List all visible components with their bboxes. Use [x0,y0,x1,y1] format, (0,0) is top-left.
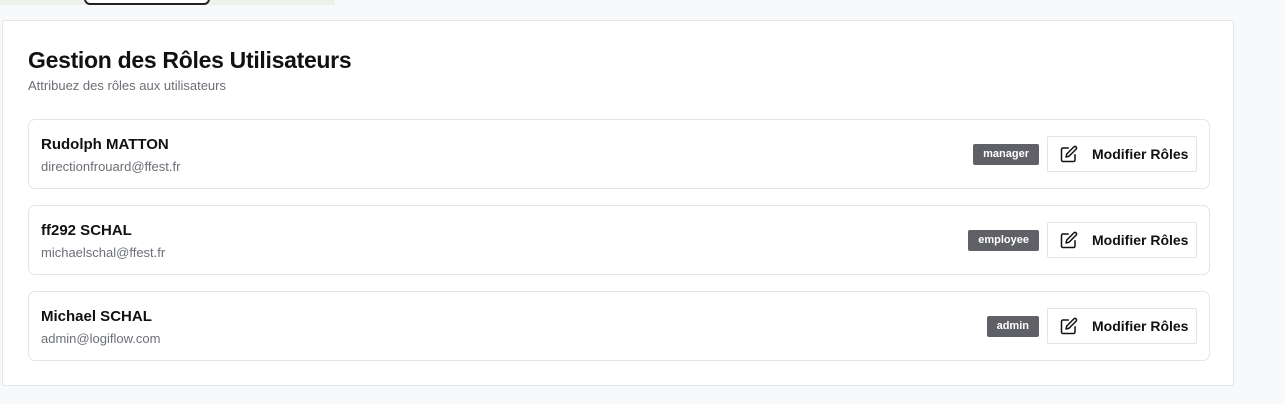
top-tab[interactable] [84,0,210,5]
role-badge: admin [986,315,1039,337]
edit-roles-label: Modifier Rôles [1092,318,1189,334]
roles-card: Gestion des Rôles Utilisateurs Attribuez… [2,20,1234,386]
page-subtitle: Attribuez des rôles aux utilisateurs [28,78,226,93]
user-name: Michael SCHAL [41,308,152,325]
row-actions: manager Modifier Rôles [973,136,1197,172]
edit-roles-label: Modifier Rôles [1092,232,1189,248]
user-row: Michael SCHAL admin@logiflow.com admin M… [28,291,1210,361]
user-name: ff292 SCHAL [41,222,132,239]
role-badge: manager [973,143,1039,165]
user-email: michaelschal@ffest.fr [41,245,166,260]
edit-icon [1060,145,1078,163]
user-email: admin@logiflow.com [41,331,161,346]
edit-roles-button[interactable]: Modifier Rôles [1047,136,1197,172]
row-actions: admin Modifier Rôles [986,308,1197,344]
user-name: Rudolph MATTON [41,136,169,153]
user-row: Rudolph MATTON directionfrouard@ffest.fr… [28,119,1210,189]
user-row: ff292 SCHAL michaelschal@ffest.fr employ… [28,205,1210,275]
user-email: directionfrouard@ffest.fr [41,159,181,174]
row-actions: employee Modifier Rôles [968,222,1197,258]
edit-roles-label: Modifier Rôles [1092,146,1189,162]
role-badge: employee [968,229,1039,251]
edit-icon [1060,231,1078,249]
page-title: Gestion des Rôles Utilisateurs [28,47,352,73]
edit-icon [1060,317,1078,335]
edit-roles-button[interactable]: Modifier Rôles [1047,308,1197,344]
edit-roles-button[interactable]: Modifier Rôles [1047,222,1197,258]
